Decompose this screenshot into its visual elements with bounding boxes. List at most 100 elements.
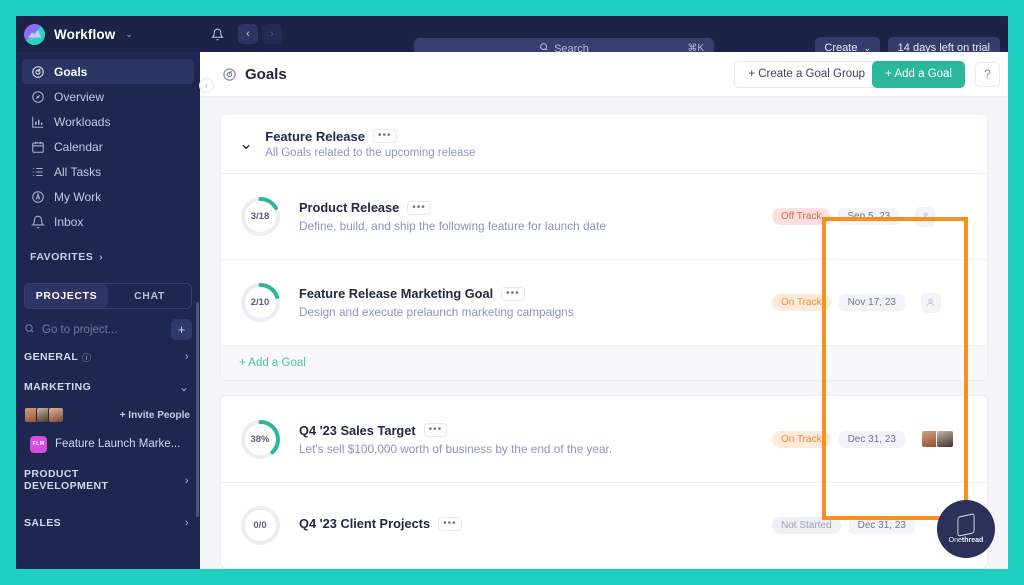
sidebar-item-my-work[interactable]: My Work (22, 184, 194, 209)
goal-meta: On Track Dec 31, 23 (772, 430, 987, 448)
project-name: Feature Launch Marke... (55, 438, 181, 450)
chevron-right-icon: › (184, 475, 189, 487)
goal-icon (30, 65, 45, 79)
sidebar-item-label: Calendar (54, 139, 103, 154)
goal-description: Define, build, and ship the following fe… (299, 219, 606, 233)
progress-ring: 3/18 (240, 196, 281, 237)
chevron-left-icon: ‹ (246, 28, 250, 40)
goal-info: Q4 '23 Sales Target ••• Let's sell $100,… (299, 423, 772, 456)
workspace-name: Workflow (54, 26, 116, 42)
tab-projects[interactable]: PROJECTS (25, 284, 108, 308)
goal-info: Q4 '23 Client Projects ••• (299, 516, 772, 535)
goal-title-line: Product Release ••• (299, 200, 772, 215)
teal-background: Workflow ⌄ ‹ › Search ⌘K Create ⌄ 14 day… (0, 0, 1024, 585)
avatar[interactable] (935, 430, 954, 448)
compass-icon (30, 90, 45, 104)
nav-forward-button[interactable]: › (262, 24, 282, 44)
onethread-logo-icon (957, 512, 975, 537)
assignee-avatars[interactable] (920, 430, 954, 448)
status-badge[interactable]: On Track (772, 430, 831, 448)
chevron-down-icon[interactable]: ⌄ (239, 135, 253, 152)
avatar[interactable] (48, 407, 64, 423)
goal-group-card: ⌄ Feature Release ••• All Goals related … (220, 113, 988, 381)
status-badge[interactable]: Not Started (772, 517, 841, 534)
section-label: SALES (24, 517, 62, 529)
list-icon (30, 165, 45, 179)
sidebar-section-marketing[interactable]: MARKETING ⌄ (24, 372, 192, 402)
progress-label: 3/18 (250, 211, 270, 222)
sidebar-item-inbox[interactable]: Inbox (22, 209, 194, 234)
sidebar-item-label: Overview (54, 89, 105, 104)
goal-menu-button[interactable]: ••• (423, 423, 448, 437)
add-goal-in-group-button[interactable]: + Add a Goal (221, 345, 987, 380)
add-project-button[interactable]: + (171, 319, 192, 340)
goal-group-header[interactable]: ⌄ Feature Release ••• All Goals related … (221, 114, 987, 173)
sidebar-item-label: My Work (54, 189, 102, 204)
goal-menu-button[interactable]: ••• (501, 286, 525, 301)
goal-menu-button[interactable]: ••• (438, 516, 462, 531)
due-date-chip[interactable]: Dec 31, 23 (838, 430, 905, 448)
due-date-chip[interactable]: Dec 31, 23 (848, 517, 915, 534)
sidebar-item-calendar[interactable]: Calendar (22, 134, 194, 159)
main-content: ‹ Goals + Create a Goal Group + Add a Go… (199, 52, 1008, 569)
progress-ring: 2/10 (240, 282, 281, 323)
search-icon (24, 323, 35, 337)
sidebar: Goals Overview Workloads Calendar All Ta… (16, 52, 200, 569)
sidebar-nav: Goals Overview Workloads Calendar All Ta… (16, 52, 200, 234)
sidebar-item-label: Inbox (54, 214, 84, 229)
sidebar-item-workloads[interactable]: Workloads (22, 109, 194, 134)
goal-group-title-line: Feature Release ••• (265, 129, 475, 144)
goal-info: Feature Release Marketing Goal ••• Desig… (299, 286, 772, 319)
goal-icon (222, 67, 237, 82)
progress-ring-wrap: 2/10 (221, 282, 299, 323)
project-search-input[interactable]: Go to project... + (24, 318, 192, 342)
invite-people-button[interactable]: + Invite People (120, 410, 190, 421)
add-goal-button[interactable]: + Add a Goal (872, 60, 965, 88)
chevron-down-icon[interactable]: ⌄ (125, 29, 133, 40)
tab-label: CHAT (134, 290, 165, 302)
goal-row[interactable]: 2/10 Feature Release Marketing Goal ••• … (221, 259, 987, 345)
goal-title: Q4 '23 Client Projects (299, 516, 431, 531)
goal-menu-button[interactable]: ••• (407, 200, 431, 215)
status-badge[interactable]: Off Track (772, 208, 831, 225)
project-search-placeholder: Go to project... (42, 324, 118, 336)
goal-group-menu-button[interactable]: ••• (372, 129, 397, 143)
progress-ring: 38% (240, 419, 281, 460)
chevron-right-icon: › (184, 517, 189, 529)
calendar-icon (30, 140, 45, 154)
sidebar-section-sales[interactable]: SALES › (24, 508, 192, 538)
sidebar-section-general[interactable]: GENERAL ⓘ › (24, 342, 192, 372)
sidebar-scrollbar[interactable] (196, 302, 199, 517)
page-header: Goals + Create a Goal Group + Add a Goal… (200, 52, 1008, 97)
due-date-chip[interactable]: Nov 17, 23 (838, 294, 905, 311)
nav-back-button[interactable]: ‹ (238, 24, 258, 44)
goal-row[interactable]: 38% Q4 '23 Sales Target ••• Let's sell $… (221, 396, 987, 482)
goal-info: Product Release ••• Define, build, and s… (299, 200, 772, 233)
sidebar-item-all-tasks[interactable]: All Tasks (22, 159, 194, 184)
sidebar-item-goals[interactable]: Goals (22, 59, 194, 84)
assignee-placeholder-icon[interactable] (920, 292, 941, 313)
onethread-widget-button[interactable]: Onethread (937, 500, 995, 558)
goal-row[interactable]: 0/0 Q4 '23 Client Projects ••• Not Start… (221, 482, 987, 568)
collapse-sidebar-button[interactable]: ‹ (199, 78, 214, 93)
tab-chat[interactable]: CHAT (108, 284, 191, 308)
workspace-switcher[interactable]: Workflow ⌄ (16, 16, 200, 52)
goal-title-line: Feature Release Marketing Goal ••• (299, 286, 772, 301)
sidebar-project-feature-launch-marketing[interactable]: FLM Feature Launch Marke... (24, 432, 192, 456)
progress-ring-wrap: 0/0 (221, 505, 299, 546)
sidebar-section-product-development[interactable]: PRODUCT DEVELOPMENT › (24, 464, 192, 502)
app-window: Workflow ⌄ ‹ › Search ⌘K Create ⌄ 14 day… (16, 16, 1008, 569)
status-badge[interactable]: On Track (772, 294, 831, 311)
help-button[interactable]: ? (975, 61, 1000, 87)
sidebar-item-label: All Tasks (54, 164, 102, 179)
goal-row[interactable]: 3/18 Product Release ••• Define, build, … (221, 173, 987, 259)
create-goal-group-button[interactable]: + Create a Goal Group (734, 60, 879, 88)
sidebar-favorites[interactable]: FAVORITES › (16, 251, 200, 263)
sidebar-item-overview[interactable]: Overview (22, 84, 194, 109)
due-date-chip[interactable]: Sep 5, 23 (838, 208, 900, 225)
question-mark-icon: ? (984, 67, 991, 81)
add-goal-label: + Add a Goal (885, 68, 952, 80)
top-bar: Workflow ⌄ ‹ › Search ⌘K Create ⌄ 14 day… (16, 16, 1008, 59)
assignee-placeholder-icon[interactable] (915, 206, 936, 227)
notifications-button[interactable] (200, 28, 234, 41)
